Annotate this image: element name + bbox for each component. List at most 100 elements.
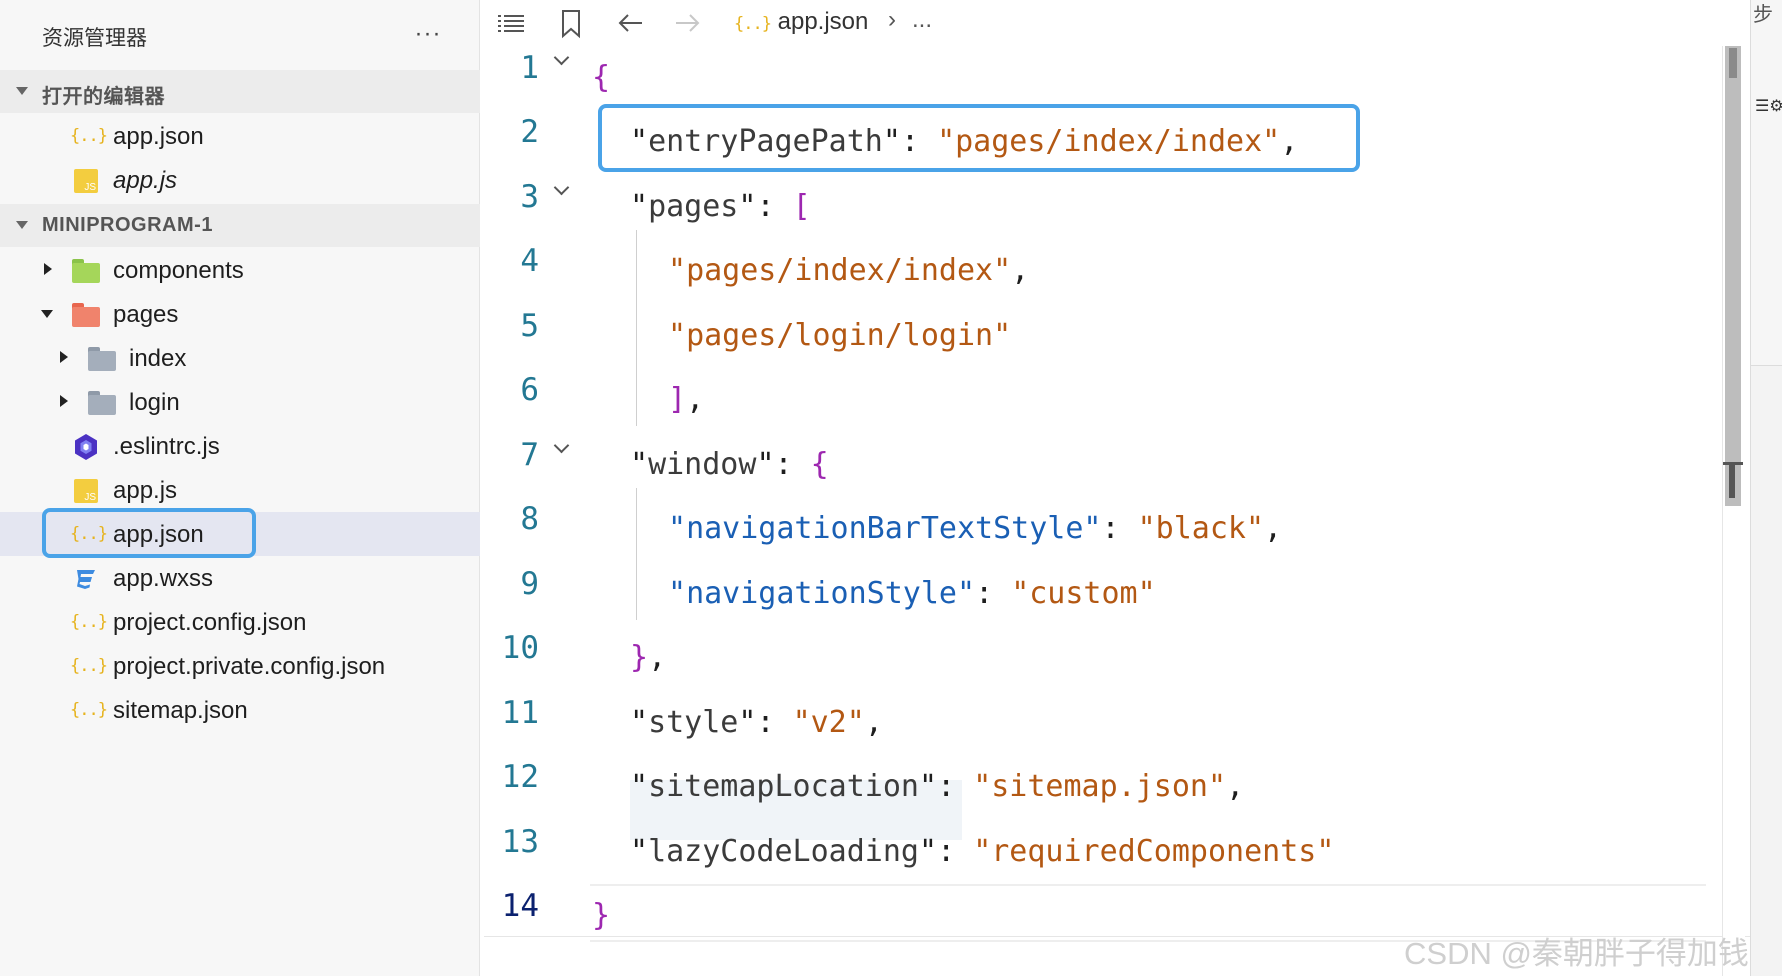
project-section-header[interactable]: MINIPROGRAM-1 xyxy=(0,204,480,247)
chevron-down-icon xyxy=(16,221,28,229)
tree-item-login[interactable]: login xyxy=(0,380,480,424)
explorer-sidebar: 资源管理器 ··· 打开的编辑器 {..} app.json JS app.js… xyxy=(0,0,480,976)
tree-item-label: index xyxy=(129,345,187,372)
fold-chevron-icon[interactable] xyxy=(554,440,570,456)
breadcrumb-more[interactable]: ... xyxy=(912,6,932,34)
tree-item-sitemap[interactable]: {..} sitemap.json xyxy=(0,688,480,732)
right-panel-glyph: 步 xyxy=(1753,4,1773,26)
json-string: sitemap.json xyxy=(991,769,1208,804)
line-number: 9 xyxy=(520,566,539,602)
scrollbar-marker xyxy=(1729,48,1737,78)
open-editor-item[interactable]: {..} app.json xyxy=(0,114,480,158)
fold-chevron-icon[interactable] xyxy=(554,182,570,198)
code-line-3: "pages": [ xyxy=(630,189,811,224)
json-file-icon: {..} xyxy=(734,14,772,34)
json-file-icon: {..} xyxy=(70,126,108,146)
css-file-icon xyxy=(72,565,100,591)
json-string: pages/index/index xyxy=(955,124,1263,159)
indent-guide xyxy=(636,488,637,620)
code-editor: {..} app.json › ... 1 2 3 4 5 6 7 8 9 10… xyxy=(484,0,1750,976)
arrow-left-icon[interactable] xyxy=(614,6,648,40)
indent-guide xyxy=(636,230,637,426)
watermark: CSDN @秦朝胖子得加钱 xyxy=(1404,936,1749,971)
line-number: 7 xyxy=(520,437,539,473)
json-key: pages xyxy=(648,189,739,224)
json-key: window xyxy=(648,447,757,482)
js-file-icon: JS xyxy=(74,169,98,193)
code-line-13: "lazyCodeLoading": "requiredComponents" xyxy=(630,834,1335,869)
breadcrumb-file[interactable]: {..} app.json xyxy=(734,8,868,37)
line-number: 13 xyxy=(501,824,539,860)
fold-chevron-icon[interactable] xyxy=(554,52,570,68)
open-editor-item-label: app.json xyxy=(113,123,204,150)
list-icon[interactable] xyxy=(494,6,528,40)
components-folder-icon xyxy=(72,257,100,283)
tree-item-eslintrc[interactable]: .eslintrc.js xyxy=(0,424,480,468)
chevron-right-icon xyxy=(60,395,68,407)
tree-item-label: pages xyxy=(113,301,179,328)
open-editors-label: 打开的编辑器 xyxy=(42,86,165,108)
code-line-7: "window": { xyxy=(630,447,829,482)
line-number: 3 xyxy=(520,179,539,215)
chevron-down-icon xyxy=(41,310,53,318)
json-file-icon: {..} xyxy=(70,524,108,544)
chevron-down-icon xyxy=(16,87,28,95)
json-string: pages/login/login xyxy=(686,318,994,353)
tree-item-label: app.json xyxy=(113,521,204,548)
breadcrumb-file-label: app.json xyxy=(777,8,869,35)
app-window: 资源管理器 ··· 打开的编辑器 {..} app.json JS app.js… xyxy=(0,0,1782,976)
json-file-icon: {..} xyxy=(70,612,108,632)
code-line-4: "pages/index/index", xyxy=(668,253,1030,288)
tree-item-label: app.wxss xyxy=(113,565,214,592)
line-number: 1 xyxy=(520,50,539,86)
line-number: 11 xyxy=(501,695,539,731)
open-editors-section-header[interactable]: 打开的编辑器 xyxy=(0,70,480,113)
json-string: requiredComponents xyxy=(991,834,1317,869)
arrow-right-icon[interactable] xyxy=(670,6,704,40)
tree-item-project-private-config[interactable]: {..} project.private.config.json xyxy=(0,644,480,688)
tree-item-label: sitemap.json xyxy=(113,697,248,724)
right-panel-strip: 步 ☰⚙ xyxy=(1750,0,1782,976)
tree-item-app-json[interactable]: {..} app.json xyxy=(0,512,480,556)
right-panel-top: 步 ☰⚙ xyxy=(1751,0,1782,366)
chevron-right-icon xyxy=(44,263,52,275)
code-line-10: }, xyxy=(630,640,667,675)
tree-item-label: project.private.config.json xyxy=(113,653,386,680)
tree-item-label: app.js xyxy=(113,477,178,504)
js-file-icon: JS xyxy=(74,479,98,503)
code-line-6: ], xyxy=(668,382,705,417)
json-string: custom xyxy=(1029,576,1138,611)
scrollbar-thumb[interactable] xyxy=(1725,46,1741,506)
open-editor-item[interactable]: JS app.js xyxy=(0,158,480,202)
json-key: navigationStyle xyxy=(686,576,957,611)
tree-item-pages[interactable]: pages xyxy=(0,292,480,336)
line-number: 12 xyxy=(501,759,539,795)
line-number-active: 14 xyxy=(501,888,539,924)
more-actions-button[interactable]: ··· xyxy=(408,16,448,52)
code-area[interactable]: 1 2 3 4 5 6 7 8 9 10 11 12 13 14 {"entr… xyxy=(484,46,1722,976)
scrollbar-cursor-marker xyxy=(1723,462,1743,501)
filter-settings-icon[interactable]: ☰⚙ xyxy=(1755,96,1782,115)
tree-item-label: project.config.json xyxy=(113,609,307,636)
tree-item-app-wxss[interactable]: app.wxss xyxy=(0,556,480,600)
tree-item-label: login xyxy=(129,389,180,416)
project-label: MINIPROGRAM-1 xyxy=(42,214,213,236)
explorer-header: 资源管理器 ··· xyxy=(0,0,480,70)
code-line-5: "pages/login/login" xyxy=(668,318,1012,353)
tree-item-components[interactable]: components xyxy=(0,248,480,292)
json-file-icon: {..} xyxy=(70,656,108,676)
code-line-9: "navigationStyle": "custom" xyxy=(668,576,1156,611)
bookmark-icon[interactable] xyxy=(556,6,586,40)
tree-item-label: components xyxy=(113,257,244,284)
vertical-scrollbar[interactable] xyxy=(1722,46,1745,976)
code-line-11: "style": "v2", xyxy=(630,705,883,740)
json-key: entryPagePath xyxy=(648,124,883,159)
json-string: v2 xyxy=(810,705,847,740)
code-line-14: } xyxy=(592,898,611,933)
open-editor-item-label: app.js xyxy=(113,167,178,194)
tree-item-project-config[interactable]: {..} project.config.json xyxy=(0,600,480,644)
tree-item-index[interactable]: index xyxy=(0,336,480,380)
line-number: 10 xyxy=(501,630,539,666)
json-key: sitemapLocation xyxy=(648,769,919,804)
tree-item-app-js[interactable]: JS app.js xyxy=(0,468,480,512)
